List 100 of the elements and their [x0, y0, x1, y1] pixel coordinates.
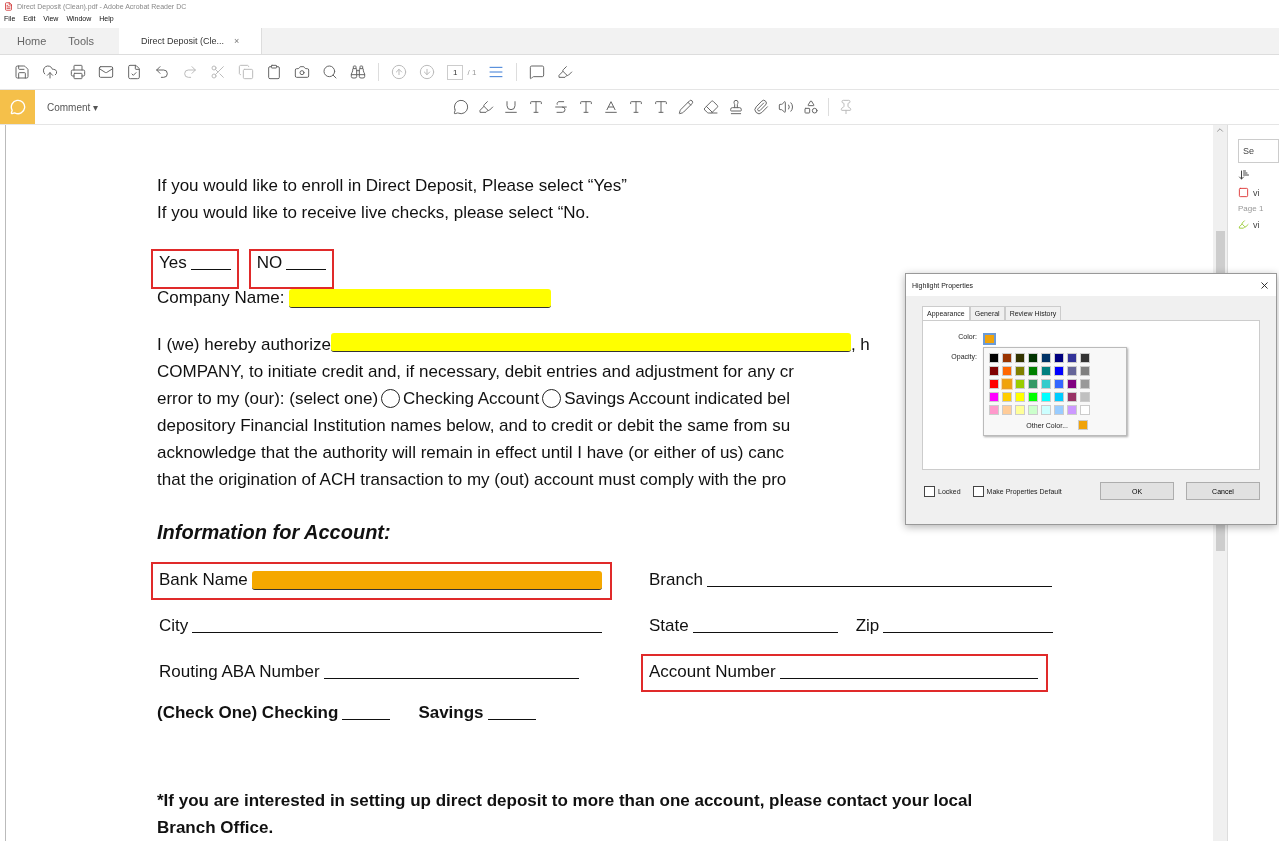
- sticky-note-icon[interactable]: [453, 99, 470, 115]
- color-swatch[interactable]: [1054, 366, 1064, 376]
- tab[interactable]: Direct Deposit (Cle... ×: [119, 28, 263, 54]
- color-swatch[interactable]: [1041, 392, 1051, 402]
- print-icon[interactable]: [70, 64, 86, 80]
- page-layout-icon[interactable]: [488, 64, 505, 80]
- color-swatch[interactable]: [1028, 366, 1038, 376]
- replace-text-icon[interactable]: [578, 99, 595, 115]
- color-swatch[interactable]: [1080, 353, 1090, 363]
- choice-label: Yes: [159, 253, 187, 273]
- text-comment-icon[interactable]: [528, 99, 545, 115]
- underline-icon[interactable]: [503, 99, 520, 115]
- close-tab-button[interactable]: ×: [234, 36, 240, 46]
- color-picker-button[interactable]: [983, 333, 996, 345]
- color-swatch[interactable]: [1067, 379, 1077, 389]
- document-text: that the origination of ACH transaction to my (out) account must comply with the pro: [157, 469, 787, 491]
- color-swatch[interactable]: [1054, 379, 1064, 389]
- page-label: Page 1: [1238, 204, 1265, 213]
- shapes-icon[interactable]: [803, 99, 820, 115]
- pencil-icon[interactable]: [678, 99, 695, 115]
- field-label: Branch: [649, 570, 703, 590]
- clipboard-icon[interactable]: [266, 64, 282, 80]
- color-swatch[interactable]: [1002, 405, 1012, 415]
- undo-icon[interactable]: [154, 64, 170, 80]
- color-swatch[interactable]: [1041, 405, 1051, 415]
- color-swatch[interactable]: [1080, 392, 1090, 402]
- document-text: If you would like to receive live checks, please select “No.: [157, 202, 590, 224]
- stamp-icon[interactable]: [728, 99, 745, 115]
- fill-in-line: [190, 268, 231, 270]
- color-swatch[interactable]: [1015, 392, 1025, 402]
- checkbox[interactable]: [924, 485, 935, 497]
- color-swatch[interactable]: [1002, 366, 1012, 376]
- color-swatch[interactable]: [1028, 353, 1038, 363]
- color-swatch[interactable]: [989, 405, 999, 415]
- color-swatch[interactable]: [1080, 405, 1090, 415]
- field-label: Account Number: [649, 662, 776, 682]
- color-swatch[interactable]: [1002, 353, 1012, 363]
- color-swatch[interactable]: [1080, 379, 1090, 389]
- field-label: Bank Name: [159, 570, 248, 590]
- color-swatch[interactable]: [1002, 379, 1012, 389]
- paperclip-icon[interactable]: [753, 99, 770, 115]
- strikethrough-icon[interactable]: [553, 99, 570, 115]
- search-field[interactable]: Se: [1238, 139, 1279, 163]
- tab[interactable]: Home: [6, 28, 58, 54]
- fill-in-line: [286, 268, 327, 270]
- checkbox[interactable]: [972, 485, 984, 497]
- field-label: (Check One) Checking: [157, 703, 339, 723]
- color-swatch[interactable]: [1067, 392, 1077, 402]
- camera-icon[interactable]: [294, 64, 310, 80]
- document-text: error to my (our): (select one): [157, 389, 379, 408]
- comment-menu[interactable]: Comment ▾: [47, 101, 99, 113]
- comment-author[interactable]: vi: [1253, 219, 1260, 230]
- upload-icon[interactable]: [42, 64, 58, 80]
- document-note: *If you are interested in setting up direct deposit to more than one account, please contact your local Branch Office.: [157, 790, 974, 839]
- binoculars-icon[interactable]: [350, 64, 366, 80]
- tab[interactable]: Tools: [57, 28, 106, 54]
- color-swatch[interactable]: [1028, 405, 1038, 415]
- color-swatch[interactable]: [1015, 366, 1025, 376]
- sort-icon[interactable]: [1238, 169, 1250, 181]
- color-swatch[interactable]: [1067, 366, 1077, 376]
- color-swatch[interactable]: [1015, 353, 1025, 363]
- color-swatch[interactable]: [1002, 392, 1012, 402]
- color-swatch[interactable]: [1015, 405, 1025, 415]
- search-icon[interactable]: [322, 64, 338, 80]
- field-label: Savings: [418, 703, 484, 723]
- highlighter-icon: [1238, 219, 1249, 230]
- highlighter-icon[interactable]: [478, 99, 495, 115]
- save-icon[interactable]: [14, 64, 30, 80]
- color-swatch[interactable]: [989, 366, 999, 376]
- close-icon[interactable]: [1259, 279, 1270, 291]
- color-swatch[interactable]: [1080, 366, 1090, 376]
- color-swatch[interactable]: [1054, 392, 1064, 402]
- color-swatch[interactable]: [989, 392, 999, 402]
- highlighter-icon[interactable]: [557, 64, 574, 80]
- color-swatch[interactable]: [1078, 420, 1088, 430]
- color-swatch[interactable]: [1041, 366, 1051, 376]
- comment-icon[interactable]: [529, 64, 546, 80]
- page-number-field[interactable]: 1: [447, 64, 464, 80]
- pdf-icon: [4, 1, 13, 11]
- comment-author[interactable]: vi: [1253, 187, 1260, 198]
- color-swatch[interactable]: [1015, 379, 1025, 389]
- color-swatch[interactable]: [989, 353, 999, 363]
- mail-icon[interactable]: [98, 64, 114, 80]
- field-label: Routing ABA Number: [159, 662, 320, 682]
- rectangle-comment-icon: [1238, 187, 1249, 198]
- color-swatch[interactable]: [1054, 353, 1064, 363]
- color-swatch[interactable]: [1054, 405, 1064, 415]
- speaker-icon[interactable]: [778, 99, 795, 115]
- color-swatch[interactable]: [1067, 405, 1077, 415]
- text-box-icon[interactable]: [653, 99, 670, 115]
- eraser-icon[interactable]: [703, 99, 720, 115]
- color-swatch[interactable]: [1028, 392, 1038, 402]
- color-swatch[interactable]: [1028, 379, 1038, 389]
- color-swatch[interactable]: [989, 379, 999, 389]
- color-swatch[interactable]: [1041, 353, 1051, 363]
- file-check-icon[interactable]: [126, 64, 142, 80]
- color-swatch[interactable]: [1041, 379, 1051, 389]
- color-swatch[interactable]: [1067, 353, 1077, 363]
- text-icon[interactable]: [628, 99, 645, 115]
- insert-text-icon[interactable]: [603, 99, 620, 115]
